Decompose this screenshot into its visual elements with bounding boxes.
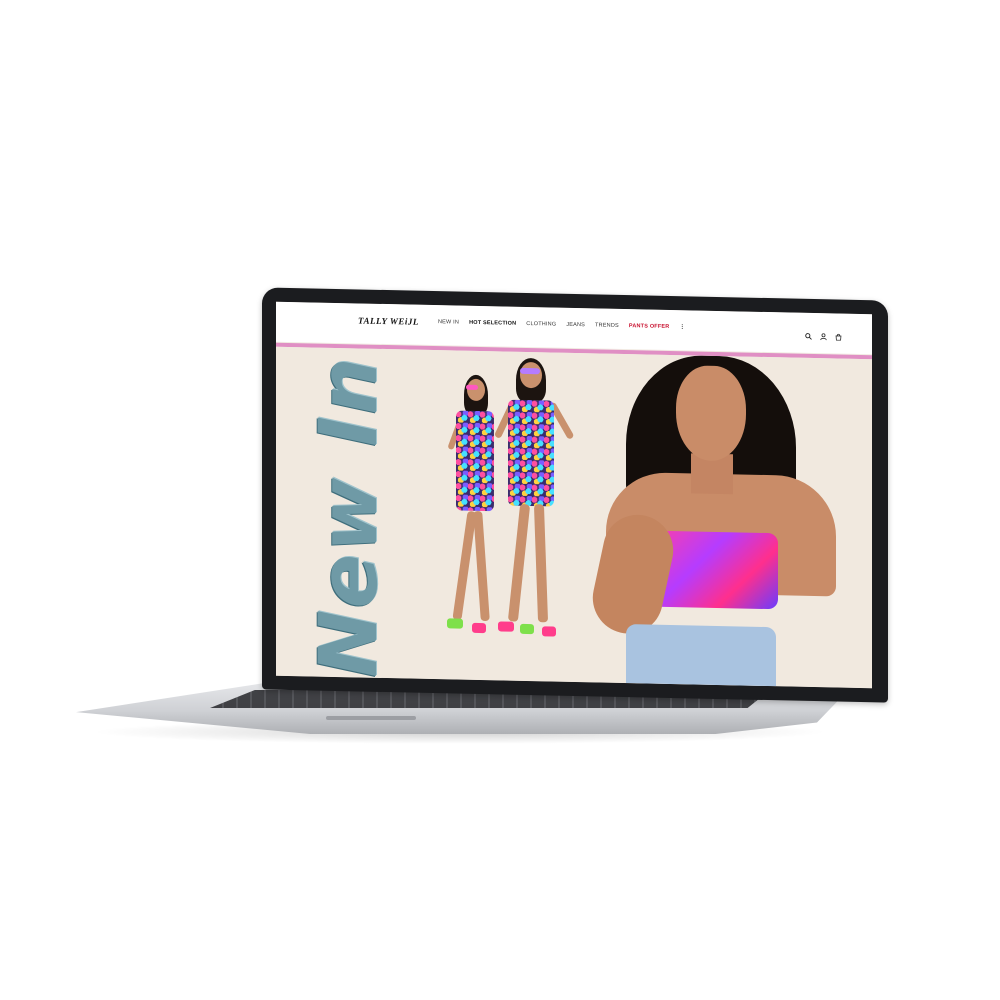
hero-banner[interactable]: New In <box>276 346 872 689</box>
laptop-mockup: TALLY WEiJL NEW IN HOT SELECTION CLOTHIN… <box>0 0 1000 1000</box>
nav-item-new-in[interactable]: NEW IN <box>438 319 459 325</box>
header-icons <box>805 327 842 341</box>
hero-model-right-face <box>676 365 746 462</box>
bag-icon[interactable] <box>835 327 842 341</box>
nav-item-jeans[interactable]: JEANS <box>566 322 585 328</box>
more-menu-icon[interactable]: ⋮ <box>679 324 685 330</box>
laptop-lid: TALLY WEiJL NEW IN HOT SELECTION CLOTHIN… <box>262 287 888 703</box>
main-nav: NEW IN HOT SELECTION CLOTHING JEANS TREN… <box>438 319 685 330</box>
nav-item-pants-offer[interactable]: PANTS OFFER <box>629 323 670 330</box>
brand-logo[interactable]: TALLY WEiJL <box>358 315 419 326</box>
laptop-lid-notch <box>326 716 416 720</box>
laptop-screen: TALLY WEiJL NEW IN HOT SELECTION CLOTHIN… <box>276 301 872 689</box>
nav-item-clothing[interactable]: CLOTHING <box>526 321 556 328</box>
hero-model-right-jeans <box>626 624 776 689</box>
search-icon[interactable] <box>805 327 812 340</box>
nav-item-trends[interactable]: TRENDS <box>595 322 619 328</box>
nav-item-hot-selection[interactable]: HOT SELECTION <box>469 320 516 327</box>
user-icon[interactable] <box>820 327 827 341</box>
